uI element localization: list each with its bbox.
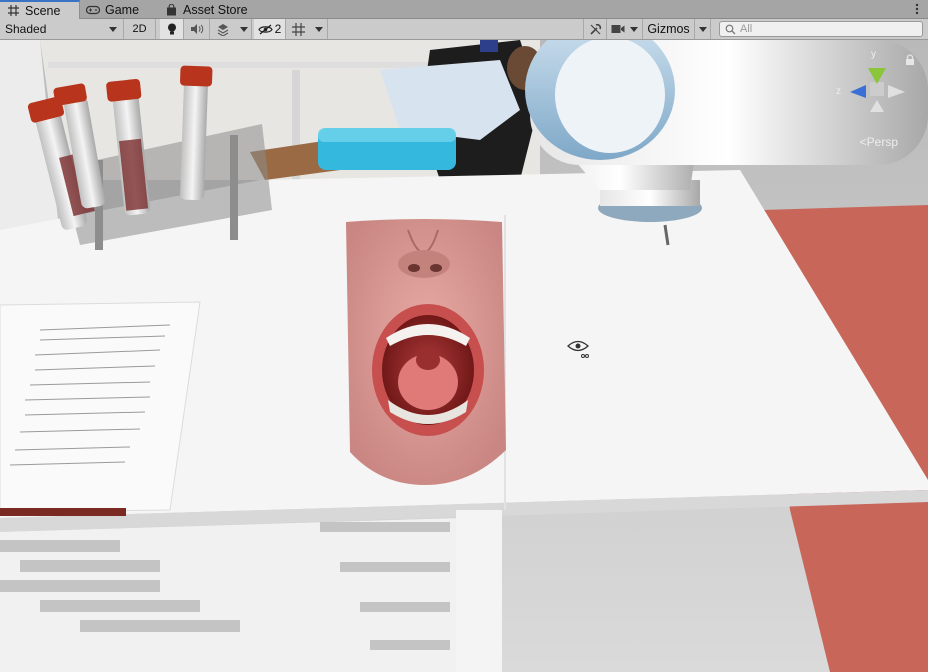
shopping-bag-icon [164, 3, 178, 16]
wrench-icon [589, 23, 601, 35]
scene-tools-button[interactable] [583, 19, 607, 39]
y-axis-label: y [871, 49, 876, 60]
mouth-model [346, 219, 506, 485]
gizmos-button[interactable]: Gizmos [643, 19, 695, 39]
tab-scene[interactable]: Scene [0, 0, 80, 19]
chevron-down-icon [314, 26, 323, 32]
projection-toggle[interactable]: <Persp [860, 135, 898, 149]
tab-asset-store[interactable]: Asset Store [158, 0, 258, 19]
bed-rail [48, 62, 468, 68]
draw-mode-label: Shaded [5, 22, 47, 36]
tab-game-label: Game [105, 2, 140, 17]
tab-asset-store-label: Asset Store [183, 2, 248, 17]
lock-icon[interactable] [904, 54, 916, 66]
camera-settings-dropdown[interactable] [607, 19, 643, 39]
speaker-icon [190, 24, 203, 34]
editor-tab-bar: Scene Game Asset Store [0, 0, 928, 19]
scene-visibility-toggle[interactable]: 2 [254, 19, 286, 39]
tab-scene-label: Scene [25, 3, 61, 18]
scene-lighting-toggle[interactable] [160, 19, 184, 39]
toggle-2d-button[interactable]: 2D [124, 19, 156, 39]
chevron-down-icon [239, 26, 248, 32]
chevron-down-icon [630, 26, 638, 32]
more-options-icon[interactable] [912, 1, 922, 17]
camera-icon [611, 25, 625, 33]
scene-search-input[interactable] [740, 23, 920, 35]
projection-arrow-icon: < [859, 135, 867, 149]
eye-hidden-icon [257, 23, 273, 35]
table-shelves [0, 510, 502, 672]
scene-grid-icon [6, 5, 20, 17]
grid-dropdown[interactable] [310, 19, 328, 39]
gizmos-label: Gizmos [647, 22, 690, 36]
scene-viewport[interactable]: y z <Persp [0, 40, 928, 672]
gamepad-icon [86, 4, 100, 16]
chevron-down-icon [109, 26, 117, 32]
scene-effects-dropdown[interactable] [236, 19, 252, 39]
draw-mode-dropdown[interactable]: Shaded [0, 19, 124, 39]
z-axis-label: z [836, 86, 841, 97]
toggle-2d-label: 2D [132, 23, 147, 35]
tab-game[interactable]: Game [80, 0, 158, 19]
search-icon [725, 24, 736, 34]
grid-icon [291, 22, 305, 36]
scene-search-field[interactable] [719, 21, 923, 37]
gizmos-dropdown[interactable] [695, 19, 711, 39]
paper-document [0, 301, 201, 513]
scene-effects-toggle[interactable] [210, 19, 236, 39]
scene-audio-toggle[interactable] [184, 19, 210, 39]
chevron-down-icon [698, 26, 707, 32]
effects-layers-icon [217, 23, 229, 36]
hidden-objects-count: 2 [274, 22, 282, 36]
scene-render [0, 40, 928, 672]
scene-toolbar: Shaded 2D 2 Gizmos [0, 19, 928, 40]
lightbulb-icon [167, 23, 176, 34]
projection-label: Persp [866, 135, 898, 149]
grid-snapping-toggle[interactable] [286, 19, 310, 39]
